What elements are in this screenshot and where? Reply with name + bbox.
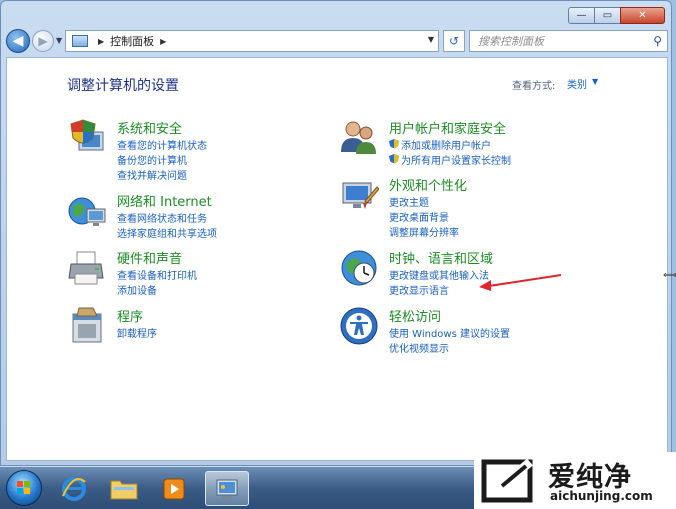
category-system-security: 系统和安全 查看您的计算机状态 备份您的计算机 查找并解决问题 xyxy=(67,118,307,188)
printer-icon[interactable] xyxy=(67,248,107,288)
media-player-icon xyxy=(163,478,185,499)
link-view-computer-status[interactable]: 查看您的计算机状态 xyxy=(117,137,207,152)
view-by-label: 查看方式: xyxy=(512,81,556,92)
link-add-remove-accounts[interactable]: 添加或删除用户帐户 xyxy=(389,137,491,152)
start-button[interactable] xyxy=(6,470,42,506)
search-input[interactable] xyxy=(476,33,640,49)
taskbar-file-explorer[interactable] xyxy=(102,471,146,506)
link-add-device[interactable]: 添加设备 xyxy=(117,282,157,297)
taskbar-internet-explorer[interactable] xyxy=(52,471,96,506)
link-backup-computer[interactable]: 备份您的计算机 xyxy=(117,152,187,167)
clock-globe-icon[interactable] xyxy=(339,248,379,288)
forward-button[interactable]: ▶ xyxy=(32,30,54,52)
page-title: 调整计算机的设置 xyxy=(67,78,179,94)
breadcrumb-control-panel[interactable]: 控制面板 xyxy=(110,33,154,49)
internet-explorer-icon xyxy=(62,476,86,501)
category-title[interactable]: 硬件和声音 xyxy=(117,248,182,267)
link-homegroup-sharing[interactable]: 选择家庭组和共享选项 xyxy=(117,225,217,240)
view-by-selector[interactable]: 类别 xyxy=(567,76,587,91)
category-hardware-sound: 硬件和声音 查看设备和打印机 添加设备 xyxy=(67,248,307,298)
link-troubleshoot[interactable]: 查找并解决问题 xyxy=(117,167,187,182)
monitor-brush-icon[interactable] xyxy=(339,175,379,215)
maximize-button[interactable]: ▭ xyxy=(594,7,621,24)
category-title[interactable]: 时钟、语言和区域 xyxy=(389,248,493,267)
search-icon[interactable]: ⚲ xyxy=(653,34,662,48)
network-globe-icon[interactable] xyxy=(67,191,107,231)
category-title[interactable]: 用户帐户和家庭安全 xyxy=(389,118,506,137)
link-desktop-background[interactable]: 更改桌面背景 xyxy=(389,209,449,224)
control-panel-icon xyxy=(216,479,238,499)
taskbar-control-panel[interactable] xyxy=(205,471,249,506)
recent-pages-dropdown[interactable]: ▼ xyxy=(56,36,62,45)
link-text[interactable]: 为所有用户设置家长控制 xyxy=(401,156,511,167)
annotation-arrow xyxy=(479,274,562,291)
category-title[interactable]: 程序 xyxy=(117,306,143,325)
aichunjing-logo-icon xyxy=(481,458,533,503)
control-panel-content: 调整计算机的设置 查看方式: 类别 ▼ 系统和安全 查看您的计算机状态 备份您的… xyxy=(6,57,668,461)
link-network-status[interactable]: 查看网络状态和任务 xyxy=(117,210,207,225)
ease-of-access-icon[interactable] xyxy=(339,306,379,346)
category-title[interactable]: 系统和安全 xyxy=(117,118,182,137)
windows-logo-icon xyxy=(17,481,30,494)
category-programs: 程序 卸载程序 xyxy=(67,306,307,346)
category-ease-of-access: 轻松访问 使用 Windows 建议的设置 优化视频显示 xyxy=(339,306,639,356)
category-appearance-personalization: 外观和个性化 更改主题 更改桌面背景 调整屏幕分辨率 xyxy=(339,175,639,245)
link-change-theme[interactable]: 更改主题 xyxy=(389,194,429,209)
folder-icon xyxy=(110,480,138,499)
caption-buttons: — ▭ ✕ xyxy=(568,7,665,24)
chevron-right-icon[interactable]: ▶ xyxy=(160,37,166,46)
resize-cursor-icon: ⟺ xyxy=(663,270,676,281)
address-bar[interactable]: ▶ 控制面板 ▶ ▼ xyxy=(65,30,439,52)
control-panel-icon xyxy=(72,35,88,47)
navigation-bar: ◀ ▶ ▼ ▶ 控制面板 ▶ ▼ ↺ ⚲ xyxy=(6,28,668,54)
taskbar-media-player[interactable] xyxy=(152,471,196,506)
minimize-button[interactable]: — xyxy=(568,7,595,24)
search-box: ⚲ xyxy=(469,30,668,52)
watermark-domain: aichunjing.com xyxy=(550,489,653,503)
programs-icon[interactable] xyxy=(67,306,107,346)
category-title[interactable]: 网络和 Internet xyxy=(117,191,212,210)
chevron-down-icon[interactable]: ▼ xyxy=(592,77,598,86)
address-dropdown[interactable]: ▼ xyxy=(428,35,434,44)
link-display-language[interactable]: 更改显示语言 xyxy=(389,282,449,297)
category-title[interactable]: 轻松访问 xyxy=(389,306,441,325)
link-text[interactable]: 添加或删除用户帐户 xyxy=(401,141,491,152)
link-windows-recommended-settings[interactable]: 使用 Windows 建议的设置 xyxy=(389,325,510,340)
users-icon[interactable] xyxy=(339,118,379,158)
shield-computer-icon[interactable] xyxy=(67,118,107,158)
back-button[interactable]: ◀ xyxy=(6,29,30,53)
uac-shield-icon xyxy=(389,139,399,149)
site-watermark: 爱纯净 aichunjing.com xyxy=(474,452,676,509)
category-network-internet: 网络和 Internet 查看网络状态和任务 选择家庭组和共享选项 xyxy=(67,191,307,241)
category-user-accounts: 用户帐户和家庭安全 添加或删除用户帐户 为所有用户设置家长控制 xyxy=(339,118,639,168)
refresh-button[interactable]: ↺ xyxy=(443,30,465,52)
link-devices-printers[interactable]: 查看设备和打印机 xyxy=(117,267,197,282)
category-title[interactable]: 外观和个性化 xyxy=(389,175,467,194)
link-parental-controls[interactable]: 为所有用户设置家长控制 xyxy=(389,152,511,167)
link-keyboard-input[interactable]: 更改键盘或其他输入法 xyxy=(389,267,489,282)
link-optimize-video-display[interactable]: 优化视频显示 xyxy=(389,340,449,355)
control-panel-window: — ▭ ✕ ◀ ▶ ▼ ▶ 控制面板 ▶ ▼ ↺ ⚲ 调整计算机的设置 查看方式… xyxy=(0,0,672,466)
close-button[interactable]: ✕ xyxy=(620,7,665,24)
uac-shield-icon xyxy=(389,154,399,164)
link-screen-resolution[interactable]: 调整屏幕分辨率 xyxy=(389,224,459,239)
link-uninstall-program[interactable]: 卸载程序 xyxy=(117,325,157,340)
chevron-right-icon[interactable]: ▶ xyxy=(98,37,104,46)
